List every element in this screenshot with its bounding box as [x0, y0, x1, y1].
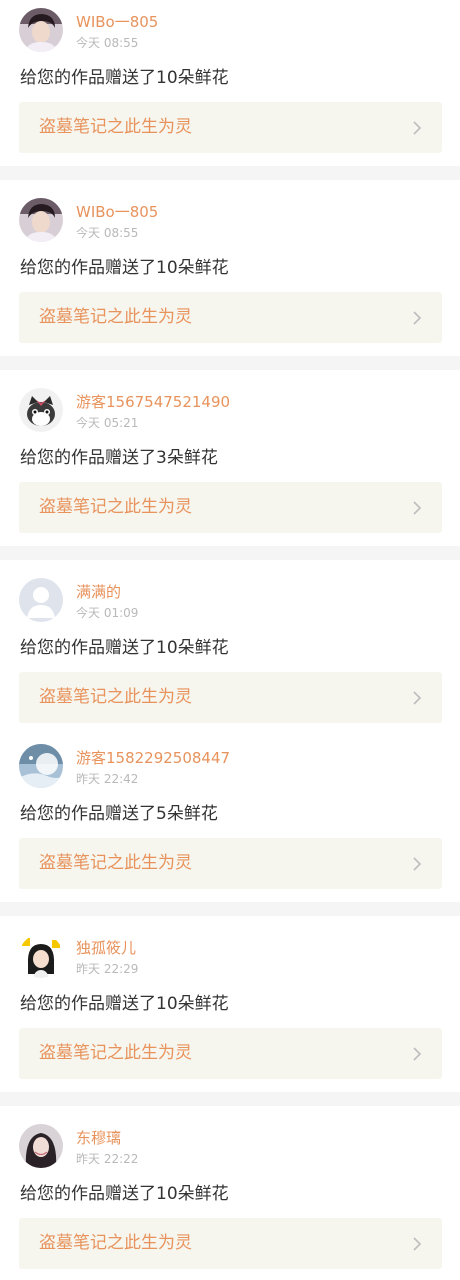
work-title: 盗墓笔记之此生为灵: [39, 1043, 192, 1063]
user-avatar[interactable]: [19, 744, 63, 788]
gift-notification: 游客1582292508447 昨天 22:42 给您的作品赠送了5朵鲜花 盗墓…: [0, 726, 460, 902]
young-man-avatar-icon: [19, 198, 63, 242]
work-link[interactable]: 盗墓笔记之此生为灵: [19, 482, 442, 533]
timestamp: 昨天 22:22: [76, 1152, 139, 1166]
cartoon-cat-avatar-icon: [19, 388, 63, 432]
section-gap: [0, 1092, 460, 1106]
username[interactable]: 满满的: [76, 583, 121, 601]
work-title: 盗墓笔记之此生为灵: [39, 1233, 192, 1253]
username[interactable]: WIBo一805: [76, 13, 158, 31]
user-avatar[interactable]: [19, 388, 63, 432]
chevron-right-icon: [413, 311, 422, 325]
work-title: 盗墓笔记之此生为灵: [39, 117, 192, 137]
gift-message: 给您的作品赠送了10朵鲜花: [20, 258, 229, 278]
timestamp: 今天 01:09: [76, 606, 139, 620]
timestamp: 昨天 22:29: [76, 962, 139, 976]
chevron-right-icon: [413, 121, 422, 135]
timestamp: 今天 08:55: [76, 36, 139, 50]
timestamp: 今天 08:55: [76, 226, 139, 240]
gift-message: 给您的作品赠送了5朵鲜花: [20, 804, 218, 824]
work-title: 盗墓笔记之此生为灵: [39, 307, 192, 327]
username[interactable]: WIBo一805: [76, 203, 158, 221]
user-avatar[interactable]: [19, 578, 63, 622]
default-user-avatar-icon: [19, 578, 63, 622]
gift-notification: WIBo一805 今天 08:55 给您的作品赠送了10朵鲜花 盗墓笔记之此生为…: [0, 180, 460, 356]
woman-photo-avatar-icon: [19, 1124, 63, 1168]
timestamp: 今天 05:21: [76, 416, 139, 430]
work-title: 盗墓笔记之此生为灵: [39, 853, 192, 873]
chevron-right-icon: [413, 1047, 422, 1061]
gift-notification: 独孤筱儿 昨天 22:29 给您的作品赠送了10朵鲜花 盗墓笔记之此生为灵: [0, 916, 460, 1092]
work-link[interactable]: 盗墓笔记之此生为灵: [19, 672, 442, 723]
gift-message: 给您的作品赠送了10朵鲜花: [20, 638, 229, 658]
work-link[interactable]: 盗墓笔记之此生为灵: [19, 838, 442, 889]
gift-message: 给您的作品赠送了3朵鲜花: [20, 448, 218, 468]
gift-notification: 东穆璃 昨天 22:22 给您的作品赠送了10朵鲜花 盗墓笔记之此生为灵: [0, 1106, 460, 1280]
user-avatar[interactable]: [19, 8, 63, 52]
young-man-avatar-icon: [19, 8, 63, 52]
winter-scene-avatar-icon: [19, 744, 63, 788]
section-gap: [0, 902, 460, 916]
gift-message: 给您的作品赠送了10朵鲜花: [20, 994, 229, 1014]
work-title: 盗墓笔记之此生为灵: [39, 687, 192, 707]
timestamp: 昨天 22:42: [76, 772, 139, 786]
user-avatar[interactable]: [19, 1124, 63, 1168]
user-avatar[interactable]: [19, 198, 63, 242]
user-avatar[interactable]: [19, 934, 63, 978]
section-gap: [0, 166, 460, 180]
username[interactable]: 独孤筱儿: [76, 939, 136, 957]
work-link[interactable]: 盗墓笔记之此生为灵: [19, 1218, 442, 1269]
gift-notification: 游客1567547521490 今天 05:21 给您的作品赠送了3朵鲜花 盗墓…: [0, 370, 460, 546]
cartoon-girl-avatar-icon: [19, 934, 63, 978]
gift-notification: WIBo一805 今天 08:55 给您的作品赠送了10朵鲜花 盗墓笔记之此生为…: [0, 0, 460, 166]
username[interactable]: 东穆璃: [76, 1129, 121, 1147]
chevron-right-icon: [413, 501, 422, 515]
chevron-right-icon: [413, 691, 422, 705]
gift-notification: 满满的 今天 01:09 给您的作品赠送了10朵鲜花 盗墓笔记之此生为灵: [0, 560, 460, 726]
work-link[interactable]: 盗墓笔记之此生为灵: [19, 292, 442, 343]
work-title: 盗墓笔记之此生为灵: [39, 497, 192, 517]
work-link[interactable]: 盗墓笔记之此生为灵: [19, 1028, 442, 1079]
username[interactable]: 游客1582292508447: [76, 749, 230, 767]
gift-message: 给您的作品赠送了10朵鲜花: [20, 1184, 229, 1204]
chevron-right-icon: [413, 1237, 422, 1251]
gift-message: 给您的作品赠送了10朵鲜花: [20, 68, 229, 88]
chevron-right-icon: [413, 857, 422, 871]
work-link[interactable]: 盗墓笔记之此生为灵: [19, 102, 442, 153]
username[interactable]: 游客1567547521490: [76, 393, 230, 411]
section-gap: [0, 356, 460, 370]
section-gap: [0, 546, 460, 560]
